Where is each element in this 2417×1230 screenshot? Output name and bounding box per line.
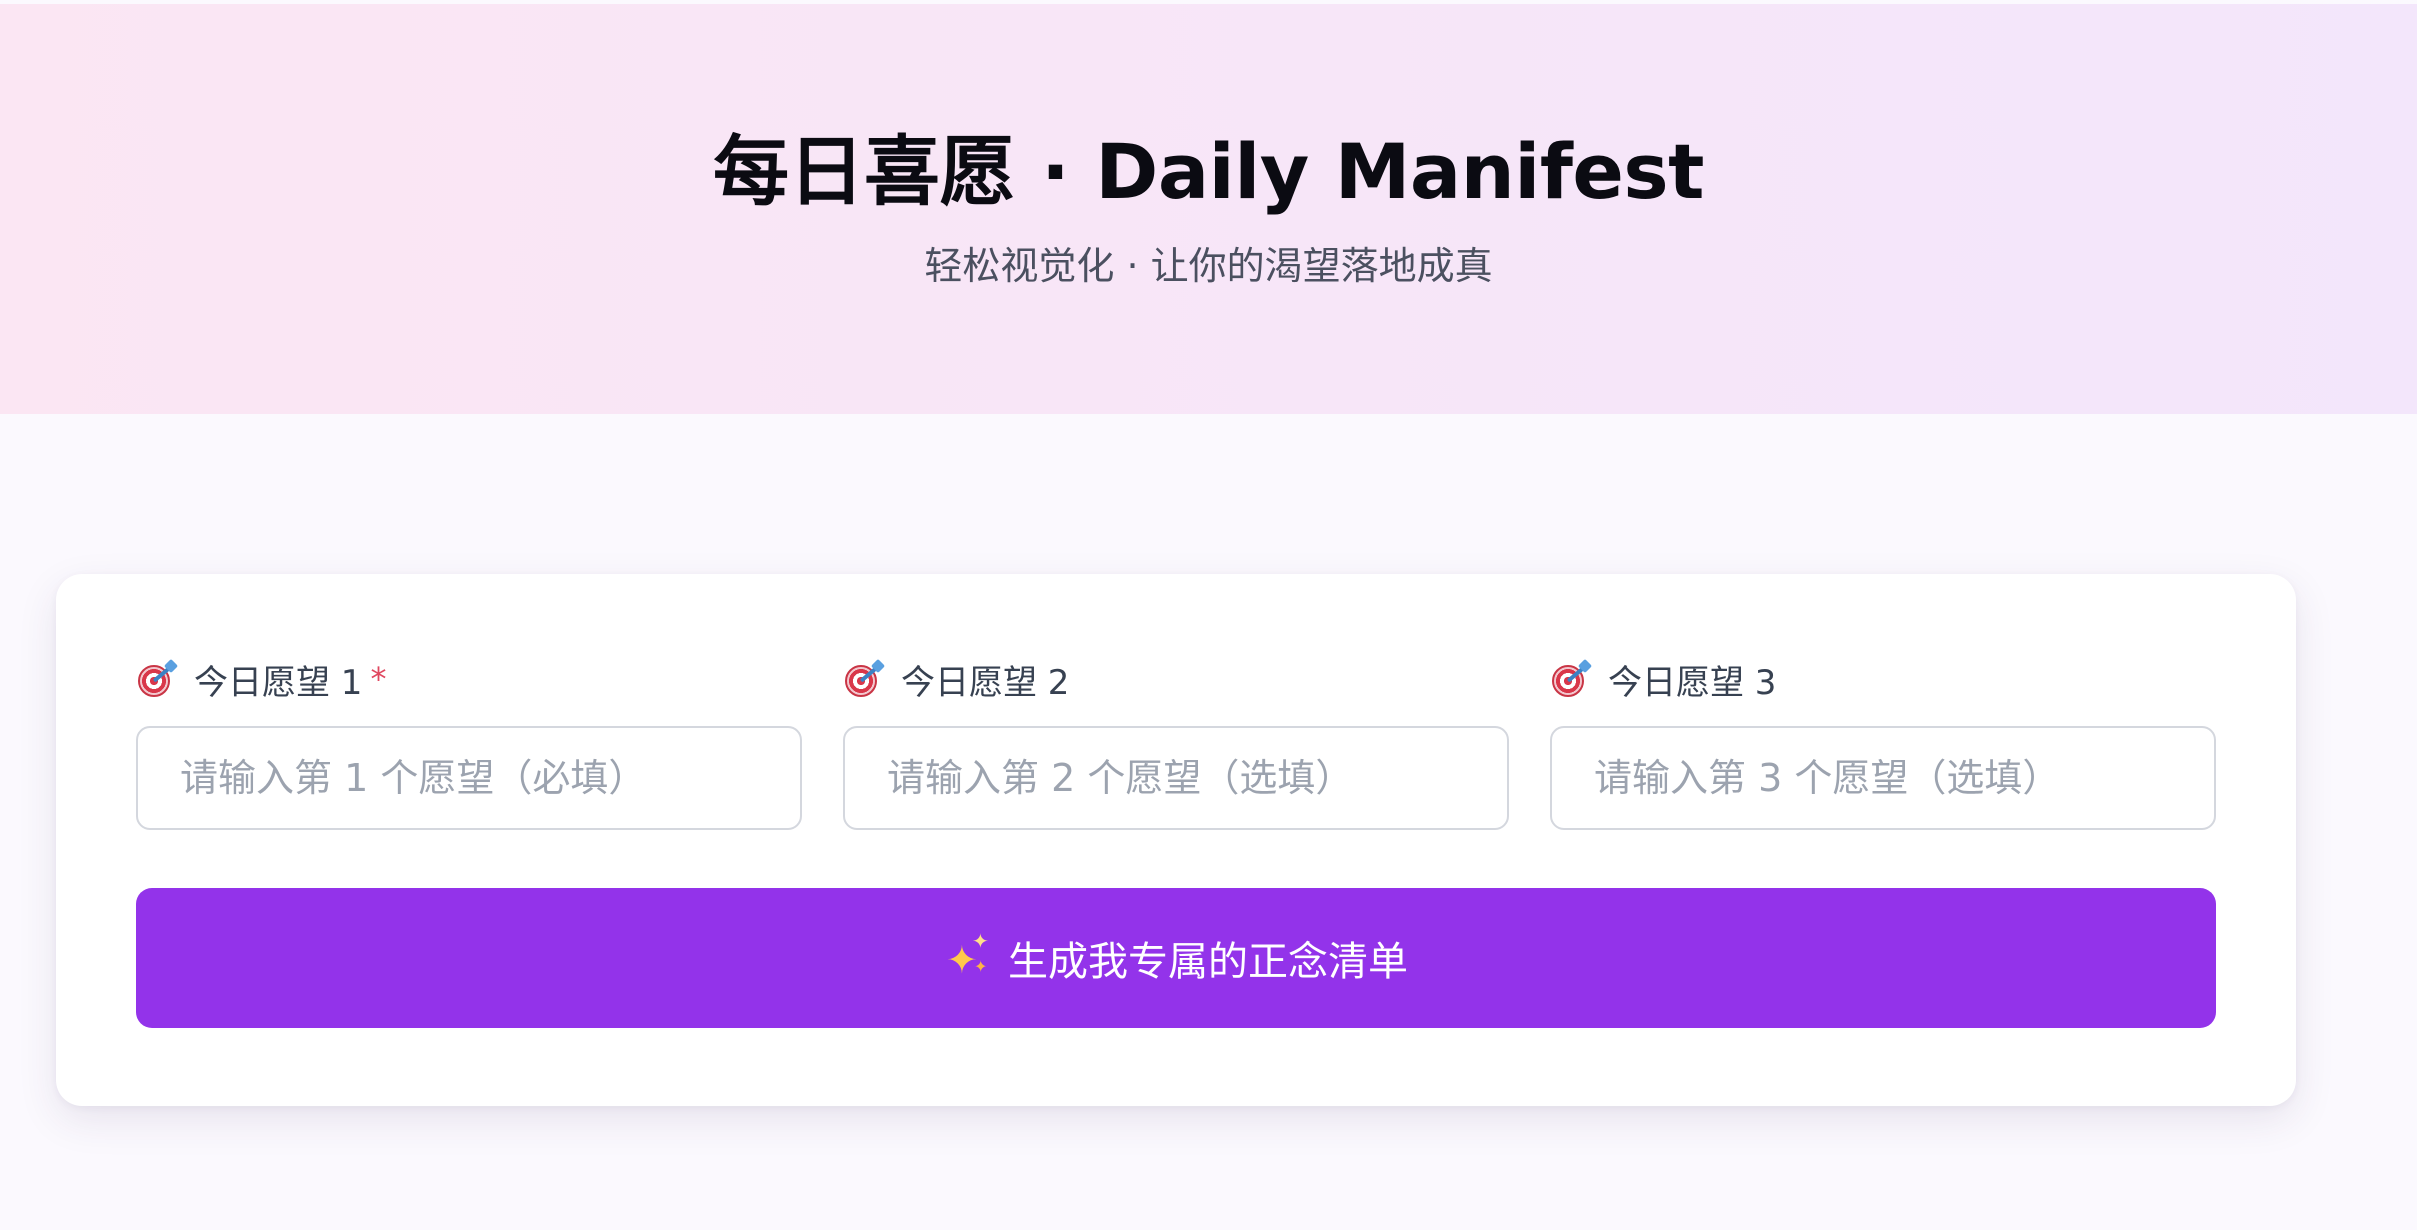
wish-label-2: 今日愿望 2 [843,656,1509,703]
wish-label-1-text: 今日愿望 1 [194,662,363,703]
wish-label-2-text: 今日愿望 2 [901,662,1070,703]
wish-input-3[interactable] [1550,726,2216,830]
hero-banner: 每日喜愿 · Daily Manifest 轻松视觉化 · 让你的渴望落地成真 [0,4,2417,414]
wish-field-3: 今日愿望 3 [1550,656,2216,830]
generate-list-button[interactable]: ✦ ✦ ✦ 生成我专属的正念清单 [136,888,2216,1028]
wish-field-1: 今日愿望 1 * [136,656,802,830]
wish-field-2: 今日愿望 2 [843,656,1509,830]
target-icon [138,658,179,697]
target-icon [845,658,886,697]
target-icon [1552,658,1593,697]
sparkles-icon: ✦ ✦ ✦ [946,929,989,982]
required-mark: * [370,660,387,698]
wish-form-card: 今日愿望 1 * 今日愿望 2 今日愿望 3 ✦✦✦ 生成我专属的正念清单 [56,574,2296,1106]
page-title: 每日喜愿 · Daily Manifest [712,127,1705,216]
wish-input-1[interactable] [136,726,802,830]
generate-list-label: 生成我专属的正念清单 [1008,939,1408,985]
wish-label-3: 今日愿望 3 [1550,656,2216,703]
wish-input-2[interactable] [843,726,1509,830]
wish-label-1: 今日愿望 1 * [136,656,802,703]
page-subtitle: 轻松视觉化 · 让你的渴望落地成真 [924,244,1493,288]
wish-label-3-text: 今日愿望 3 [1608,662,1777,703]
